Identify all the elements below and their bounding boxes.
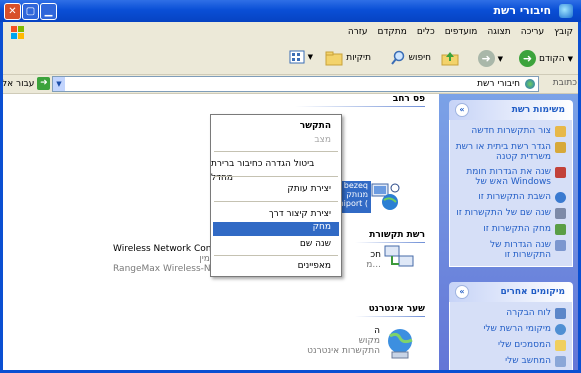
collapse-icon[interactable]: «: [455, 103, 469, 117]
menu-view[interactable]: תצוגה: [487, 27, 510, 37]
address-value: חיבורי רשת: [477, 79, 520, 89]
chevron-down-icon: ▼: [497, 54, 503, 63]
broadband-connection-icon: [371, 183, 400, 210]
menu-advanced[interactable]: מתקדם: [378, 27, 407, 37]
menu-separator: [214, 151, 338, 152]
go-button[interactable]: עבור אל ➜: [2, 77, 51, 90]
new-connection-icon: [555, 126, 566, 137]
menu-item-delete-highlight[interactable]: מחק: [213, 222, 339, 236]
menu-separator: [214, 201, 338, 202]
other-places-panel: מיקומים אחרים « לוח הבקרה מיקומי הרשת של…: [449, 282, 573, 373]
context-menu: התקשר מצב ביטול הגדרה כחיבור ברירת מחדל …: [210, 114, 342, 277]
group-divider: [355, 316, 425, 317]
task-create-connection[interactable]: צור התקשרות חדשה: [454, 126, 566, 137]
address-field[interactable]: חיבורי רשת ▼: [52, 76, 539, 92]
maximize-button[interactable]: ▢: [22, 3, 39, 20]
up-folder-button[interactable]: [441, 50, 459, 66]
delete-icon: [555, 224, 566, 235]
menu-item-copy[interactable]: יצירת עותק: [287, 182, 331, 196]
menu-separator: [214, 176, 338, 177]
title-bar: חיבורי רשת ✕ ▢ ▁: [0, 0, 581, 22]
place-my-network-places[interactable]: מיקומי הרשת שלי: [454, 324, 566, 335]
task-rename-connection[interactable]: שנה שם של התקשרות זו: [454, 208, 566, 219]
task-firewall-settings[interactable]: שנה את הגדרות חומת האש של Windows: [454, 167, 566, 187]
menu-edit[interactable]: עריכה: [521, 27, 544, 37]
group-lan: רשת תקשורת: [369, 230, 425, 240]
window-title: חיבורי רשת: [493, 4, 551, 17]
menu-help[interactable]: עזרה: [348, 27, 368, 37]
menu-bar: קובץ עריכה תצוגה מועדפים כלים מתקדם עזרה: [0, 22, 581, 45]
network-places-icon: [555, 324, 566, 335]
documents-folder-icon: [555, 340, 566, 351]
go-arrow-icon: ➜: [37, 77, 51, 90]
up-folder-icon: [441, 52, 459, 66]
network-connections-icon: [559, 4, 573, 18]
forward-arrow-icon: ➜: [477, 50, 495, 67]
views-icon: [289, 50, 305, 64]
place-control-panel[interactable]: לוח הבקרה: [454, 308, 566, 319]
task-delete-connection[interactable]: מחק התקשרות זו: [454, 224, 566, 235]
close-button[interactable]: ✕: [4, 3, 21, 20]
search-icon: [390, 50, 404, 65]
forward-button[interactable]: ➜ ▼: [477, 50, 503, 67]
window-frame-left: [0, 22, 3, 373]
toolbar: ➜ הקודם ▼ ➜ ▼ חיפוש תיקיות ▼: [0, 44, 581, 75]
network-connections-icon: [525, 79, 535, 89]
menu-item-unset-default[interactable]: ביטול הגדרה כחיבור ברירת מחדל: [211, 157, 331, 183]
network-connections-window: חיבורי רשת ✕ ▢ ▁ קובץ עריכה תצוגה מועדפי…: [0, 0, 581, 373]
menu-file[interactable]: קובץ: [554, 27, 573, 37]
internet-gateway-icon: [388, 329, 413, 359]
address-bar: כתובת חיבורי רשת ▼ עבור אל ➜: [0, 75, 581, 94]
lan-connection-icon: [384, 245, 414, 267]
chevron-down-icon: ▼: [567, 54, 573, 63]
firewall-icon: [555, 167, 566, 178]
network-tasks-header[interactable]: משימות רשת «: [449, 100, 573, 120]
windows-logo-icon: [11, 26, 24, 39]
control-panel-icon: [555, 308, 566, 319]
menu-item-connect[interactable]: התקשר: [300, 119, 331, 133]
address-dropdown-button[interactable]: ▼: [53, 77, 65, 91]
home-network-icon: [555, 142, 566, 153]
menu-item-rename[interactable]: שנה שם: [300, 237, 331, 251]
task-disable-connection[interactable]: השבת התקשרות זו: [454, 192, 566, 203]
search-button[interactable]: חיפוש: [390, 50, 431, 66]
place-my-computer[interactable]: המחשב שלי: [454, 356, 566, 367]
menu-tools[interactable]: כלים: [417, 27, 435, 37]
place-my-documents[interactable]: המסמכים שלי: [454, 340, 566, 351]
minimize-button[interactable]: ▁: [40, 3, 57, 20]
settings-icon: [555, 240, 566, 251]
network-tasks-panel: משימות רשת « צור התקשרות חדשה הגדר רשת ב…: [449, 100, 573, 267]
chevron-down-icon: ▼: [307, 53, 313, 61]
group-divider: [355, 242, 425, 243]
collapse-icon[interactable]: «: [455, 285, 469, 299]
rename-icon: [555, 208, 566, 219]
menu-separator: [214, 255, 338, 256]
group-divider: [295, 106, 425, 107]
task-change-settings[interactable]: שנה הגדרות של התקשרות זו: [454, 240, 566, 260]
group-broadband: פס רחב: [392, 94, 425, 104]
disable-connection-icon: [555, 192, 566, 203]
back-arrow-icon: ➜: [519, 50, 536, 67]
task-setup-home-network[interactable]: הגדר רשת ביתית או רשת משרדית קטנה: [454, 142, 566, 162]
menu-item-properties[interactable]: מאפיינים: [298, 259, 331, 273]
folders-icon: [325, 51, 343, 66]
menu-item-create-shortcut[interactable]: יצירת קיצור דרך: [269, 207, 331, 221]
folders-button[interactable]: תיקיות: [325, 50, 371, 66]
other-places-header[interactable]: מיקומים אחרים «: [449, 282, 573, 302]
address-label: כתובת: [552, 78, 577, 88]
group-internet-gateway: שער אינטרנט: [368, 304, 425, 314]
task-pane: משימות רשת « צור התקשרות חדשה הגדר רשת ב…: [439, 94, 581, 373]
menu-item-status[interactable]: מצב: [314, 133, 331, 147]
views-button[interactable]: ▼: [289, 50, 313, 64]
back-button[interactable]: ➜ הקודם ▼: [519, 50, 573, 67]
menu-favorites[interactable]: מועדפים: [445, 27, 478, 37]
menu-item-delete[interactable]: מחק: [313, 222, 331, 232]
my-computer-icon: [555, 356, 566, 367]
